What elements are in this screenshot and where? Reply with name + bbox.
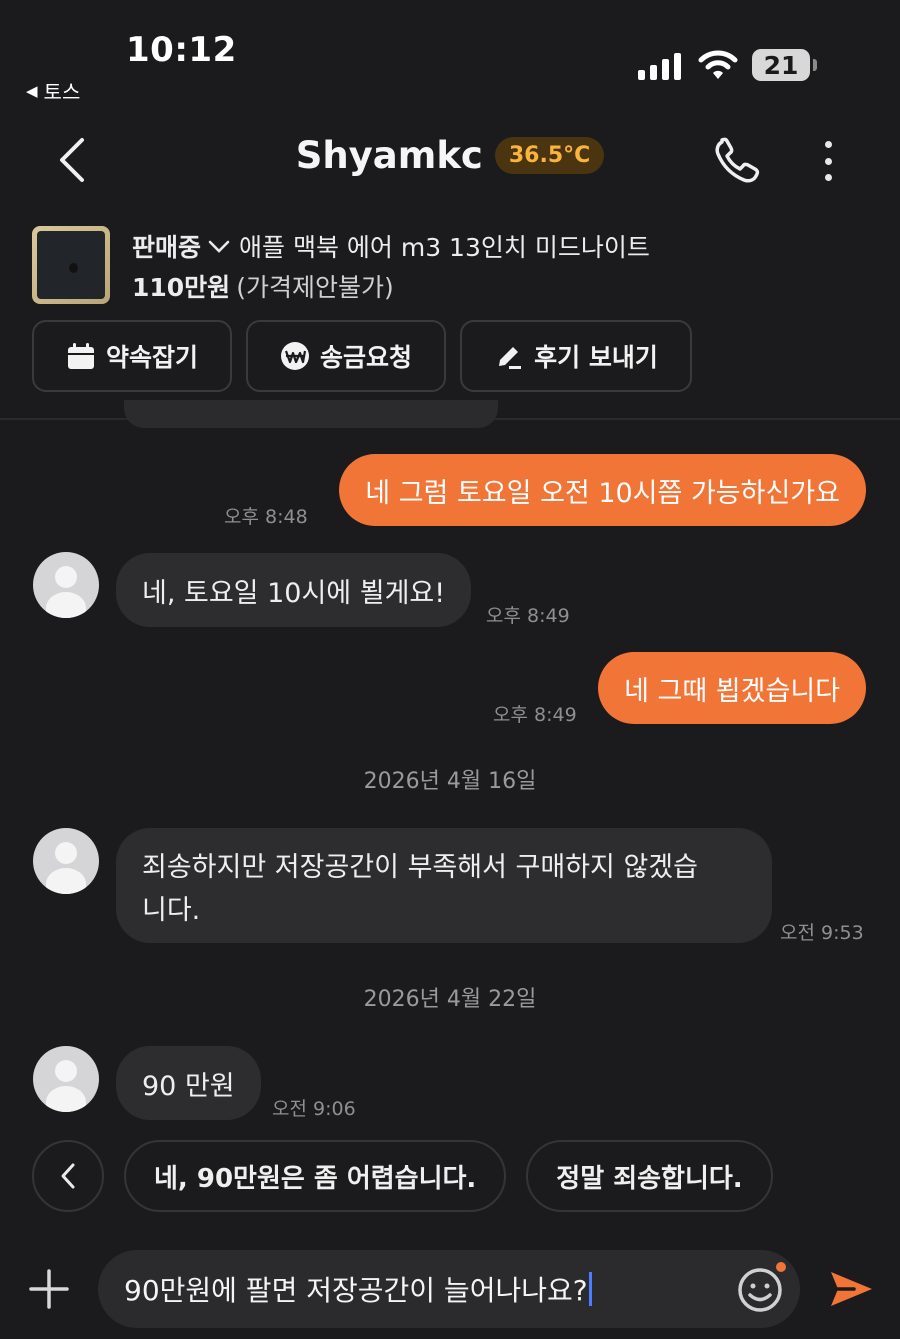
payment-request-button[interactable]: 송금요청 <box>246 320 446 392</box>
sale-status-dropdown[interactable]: 판매중 <box>132 228 231 264</box>
product-title: 애플 맥북 에어 m3 13인치 미드나이트 <box>239 233 650 262</box>
message-bubble-incoming[interactable]: 네, 토요일 10시에 뵐게요! <box>116 553 472 627</box>
text-cursor <box>588 1272 592 1306</box>
avatar[interactable] <box>33 828 99 894</box>
pencil-icon <box>499 347 522 369</box>
message-input-text: 90만원에 팔면 저장공간이 늘어나나요? <box>124 1274 588 1307</box>
payment-request-label: 송금요청 <box>319 343 412 372</box>
product-thumbnail[interactable] <box>32 226 110 304</box>
back-triangle-icon: ◀ <box>26 81 38 100</box>
message-timestamp: 오전 9:53 <box>780 922 864 944</box>
message-timestamp: 오전 9:06 <box>272 1098 356 1120</box>
message-input-bar: 90만원에 팔면 저장공간이 늘어나나요? <box>0 1250 900 1330</box>
chat-partner-name[interactable]: Shyamkc <box>296 134 483 177</box>
message-bubble-outgoing[interactable]: 네 그때 뵙겠습니다 <box>598 652 866 724</box>
date-separator: 2026년 4월 16일 <box>363 769 537 794</box>
schedule-label: 약속잡기 <box>105 343 198 372</box>
message-timestamp: 오후 8:48 <box>224 506 308 528</box>
price-note: (가격제안불가) <box>236 273 394 302</box>
product-title-row: 판매중 애플 맥북 에어 m3 13인치 미드나이트 <box>132 228 650 264</box>
title-wrap: Shyamkc 36.5°C <box>0 134 900 177</box>
chat-actions: 약속잡기 송금요청 후기 보내기 <box>32 320 692 392</box>
calendar-icon <box>67 343 94 369</box>
message-bubble-incoming[interactable]: 죄송하지만 저장공간이 부족해서 구매하지 않겠습 니다. <box>116 828 772 943</box>
message-input[interactable]: 90만원에 팔면 저장공간이 늘어나나요? <box>98 1250 800 1328</box>
message-bubble-outgoing[interactable]: 네 그럼 토요일 오전 10시쯤 가능하신가요 <box>339 454 866 526</box>
send-review-button[interactable]: 후기 보내기 <box>460 320 692 392</box>
avatar[interactable] <box>33 1046 99 1112</box>
sale-status-label: 판매중 <box>132 233 202 262</box>
chat-header: Shyamkc 36.5°C <box>0 118 900 204</box>
emoji-icon[interactable] <box>736 1266 784 1314</box>
product-price-row: 110만원 (가격제안불가) <box>132 268 394 304</box>
message-text-line: 죄송하지만 저장공간이 부족해서 구매하지 않겠습 <box>142 852 698 883</box>
phone-icon[interactable] <box>712 136 764 186</box>
status-time: 10:12 <box>126 30 237 70</box>
send-review-label: 후기 보내기 <box>534 343 658 372</box>
notification-dot <box>776 1262 786 1272</box>
wifi-icon <box>698 50 738 79</box>
product-summary[interactable]: 판매중 애플 맥북 에어 m3 13인치 미드나이트 110만원 (가격제안불가) <box>32 224 868 306</box>
quick-reply-back-button[interactable] <box>32 1140 104 1212</box>
quick-reply-chip[interactable]: 정말 죄송합니다. <box>526 1140 773 1212</box>
cellular-signal-icon <box>638 52 681 80</box>
send-icon[interactable] <box>826 1264 876 1314</box>
chevron-left-icon <box>61 1163 75 1189</box>
previous-message-bubble <box>124 400 498 428</box>
avatar[interactable] <box>33 552 99 618</box>
message-text-line: 니다. <box>142 895 201 926</box>
won-coin-icon <box>280 342 309 370</box>
chevron-down-icon <box>208 240 230 253</box>
message-timestamp: 오후 8:49 <box>486 605 570 627</box>
more-options-icon[interactable] <box>808 136 848 186</box>
back-to-app-link[interactable]: ◀ 토스 <box>26 76 80 105</box>
status-bar: 10:12 ◀ 토스 21 <box>0 0 900 110</box>
back-app-label: 토스 <box>43 80 81 104</box>
schedule-button[interactable]: 약속잡기 <box>32 320 232 392</box>
quick-replies: 네, 90만원은 좀 어렵습니다. 정말 죄송합니다. <box>32 1140 773 1212</box>
quick-reply-chip[interactable]: 네, 90만원은 좀 어렵습니다. <box>124 1140 507 1212</box>
manner-temperature-badge[interactable]: 36.5°C <box>494 137 605 174</box>
plus-icon[interactable] <box>28 1268 70 1310</box>
product-price: 110만원 <box>132 273 231 302</box>
message-timestamp: 오후 8:49 <box>493 704 577 726</box>
battery-icon: 21 <box>752 49 817 81</box>
date-separator: 2026년 4월 22일 <box>363 987 537 1012</box>
message-bubble-incoming[interactable]: 90 만원 <box>116 1046 261 1120</box>
